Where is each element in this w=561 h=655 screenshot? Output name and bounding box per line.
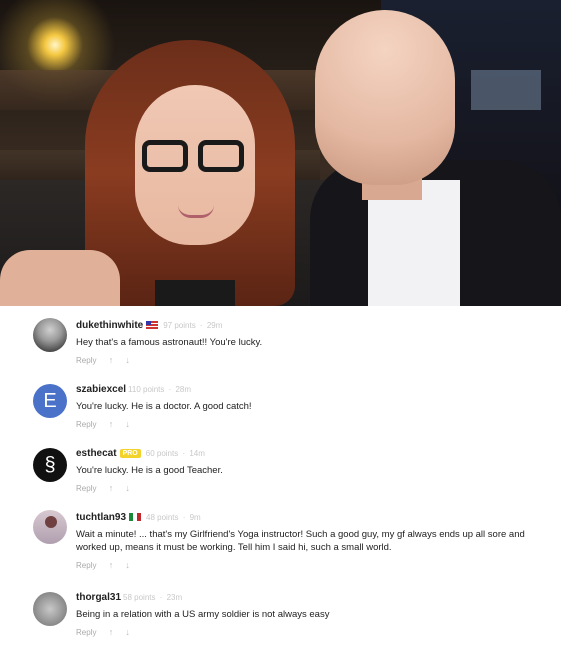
down-arrow-icon[interactable]: ↓ (125, 627, 130, 637)
username[interactable]: esthecat (76, 448, 117, 459)
up-arrow-icon[interactable]: ↑ (109, 419, 114, 429)
timestamp: 23m (166, 593, 183, 602)
up-arrow-icon[interactable]: ↑ (109, 560, 114, 570)
user-avatar[interactable]: E (33, 384, 67, 418)
glasses (142, 140, 250, 176)
timestamp: 9m (189, 513, 201, 522)
reply-button[interactable]: Reply (76, 420, 96, 429)
reply-button[interactable]: Reply (76, 561, 96, 570)
user-avatar[interactable]: § (33, 448, 67, 482)
points: 97 points (163, 321, 196, 330)
comment-text: Hey that's a famous astronaut!! You're l… (76, 337, 263, 348)
comment-text: You're lucky. He is a doctor. A good cat… (76, 401, 252, 412)
points: 58 points (123, 593, 156, 602)
reply-button[interactable]: Reply (76, 356, 96, 365)
reply-button[interactable]: Reply (76, 628, 96, 637)
points: 110 points (128, 385, 165, 394)
us-flag-icon (146, 321, 159, 330)
down-arrow-icon[interactable]: ↓ (125, 355, 130, 365)
reply-button[interactable]: Reply (76, 484, 96, 493)
timestamp: 14m (189, 449, 205, 458)
post-photo (0, 0, 561, 306)
arm (0, 250, 120, 306)
down-arrow-icon[interactable]: ↓ (125, 560, 130, 570)
comment-text: You're lucky. He is a good Teacher. (76, 465, 223, 476)
avatar-glyph: § (44, 454, 56, 476)
comment-text: Wait a minute! ... that's my Girlfriend'… (76, 529, 525, 553)
down-arrow-icon[interactable]: ↓ (125, 483, 130, 493)
timestamp: 29m (206, 321, 223, 330)
points: 60 points (145, 449, 179, 458)
points: 48 points (146, 513, 179, 522)
user-avatar[interactable] (33, 592, 67, 626)
username[interactable]: szabiexcel (76, 384, 126, 395)
comment-text: Being in a relation with a US army soldi… (76, 609, 330, 620)
up-arrow-icon[interactable]: ↑ (109, 627, 114, 637)
man-in-suit (300, 10, 561, 306)
comments-section: dukethinwhite 97 points · 29m Hey that's … (0, 306, 561, 655)
username[interactable]: thorgal31 (76, 592, 121, 603)
up-arrow-icon[interactable]: ↑ (109, 355, 114, 365)
timestamp: 28m (175, 385, 192, 394)
pro-badge: PRO (119, 448, 141, 458)
avatar-letter: E (43, 390, 57, 412)
username[interactable]: dukethinwhite (76, 320, 143, 331)
mx-flag-icon (129, 513, 142, 522)
user-avatar[interactable] (33, 318, 67, 352)
down-arrow-icon[interactable]: ↓ (125, 419, 130, 429)
username[interactable]: tuchtlan93 (76, 512, 126, 523)
user-avatar[interactable] (33, 510, 67, 544)
up-arrow-icon[interactable]: ↑ (109, 483, 114, 493)
